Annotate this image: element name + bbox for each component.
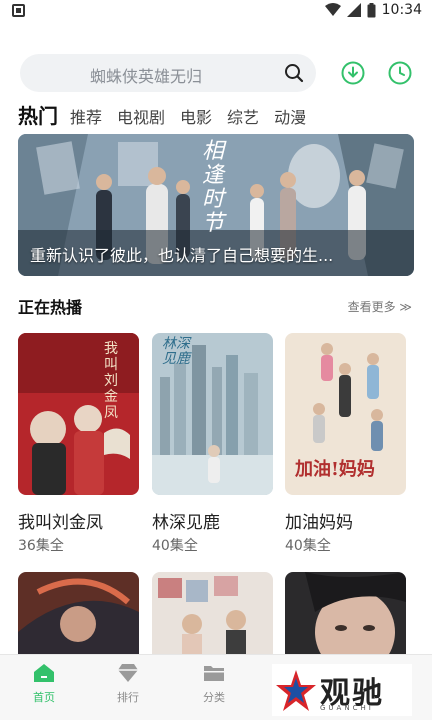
poster-card-2[interactable]: 林深见鹿 <box>152 333 273 495</box>
watermark-sub: GUANCHI <box>320 704 374 712</box>
status-bar: 10:34 <box>0 0 432 24</box>
see-more-link[interactable]: 查看更多 ≫ <box>348 298 412 315</box>
featured-banner[interactable]: 相逢时节 重新认识了彼此，也认清了自己想要的生... <box>18 134 414 276</box>
nav-ranking[interactable]: 排行 <box>98 663 158 705</box>
nav-ranking-label: 排行 <box>117 691 139 704</box>
folder-icon <box>204 666 224 681</box>
poster-card-6[interactable] <box>285 572 406 662</box>
tab-recommend[interactable]: 推荐 <box>70 104 102 128</box>
notification-icon <box>12 4 25 17</box>
cellular-icon <box>346 3 361 17</box>
section-title: 正在热播 <box>18 298 83 317</box>
poster-title-art-2: 林深见鹿 <box>162 336 190 367</box>
category-tabs: 热门 推荐 电视剧 电影 综艺 动漫 <box>18 100 321 129</box>
card-episodes-1: 36集全 <box>18 538 64 554</box>
poster-title-art-1: 我叫刘金凤 <box>104 341 118 421</box>
poster-card-1[interactable]: 我叫刘金凤 <box>18 333 139 495</box>
poster-image-5 <box>152 572 273 662</box>
nav-category[interactable]: 分类 <box>184 663 244 705</box>
home-icon <box>34 664 54 682</box>
search-placeholder[interactable]: 蜘蛛侠英雄无归 <box>90 63 202 87</box>
nav-category-label: 分类 <box>203 691 225 704</box>
tab-movie[interactable]: 电影 <box>180 104 212 128</box>
poster-card-5[interactable] <box>152 572 273 662</box>
tab-anime[interactable]: 动漫 <box>274 104 306 128</box>
tab-hot[interactable]: 热门 <box>18 100 58 129</box>
card-title-3[interactable]: 加油妈妈 <box>285 508 353 533</box>
diamond-icon <box>118 664 138 682</box>
banner-logo-text: 相逢时节 <box>202 139 225 236</box>
poster-card-3[interactable]: 加油!妈妈 <box>285 333 406 495</box>
tab-tv-series[interactable]: 电视剧 <box>117 104 165 128</box>
history-clock-icon[interactable] <box>388 61 412 85</box>
card-episodes-2: 40集全 <box>152 538 198 554</box>
battery-icon <box>367 2 376 17</box>
poster-image-6 <box>285 572 406 662</box>
watermark-logo-icon <box>276 670 316 711</box>
poster-title-art-3: 加油!妈妈 <box>295 459 375 480</box>
status-time: 10:34 <box>381 2 422 18</box>
search-bar[interactable]: 蜘蛛侠英雄无归 <box>20 54 316 92</box>
poster-card-4[interactable] <box>18 572 139 662</box>
card-title-2[interactable]: 林深见鹿 <box>152 508 220 533</box>
poster-image-4 <box>18 572 139 662</box>
card-episodes-3: 40集全 <box>285 538 331 554</box>
nav-home[interactable]: 首页 <box>14 663 74 705</box>
download-icon[interactable] <box>341 61 365 85</box>
watermark: 观驰 GUANCHI <box>272 664 412 716</box>
banner-caption: 重新认识了彼此，也认清了自己想要的生... <box>30 246 334 265</box>
card-title-1[interactable]: 我叫刘金凤 <box>18 508 103 533</box>
nav-home-label: 首页 <box>33 691 55 704</box>
search-icon[interactable] <box>284 63 304 83</box>
wifi-icon <box>324 3 341 16</box>
tab-variety[interactable]: 综艺 <box>227 104 259 128</box>
